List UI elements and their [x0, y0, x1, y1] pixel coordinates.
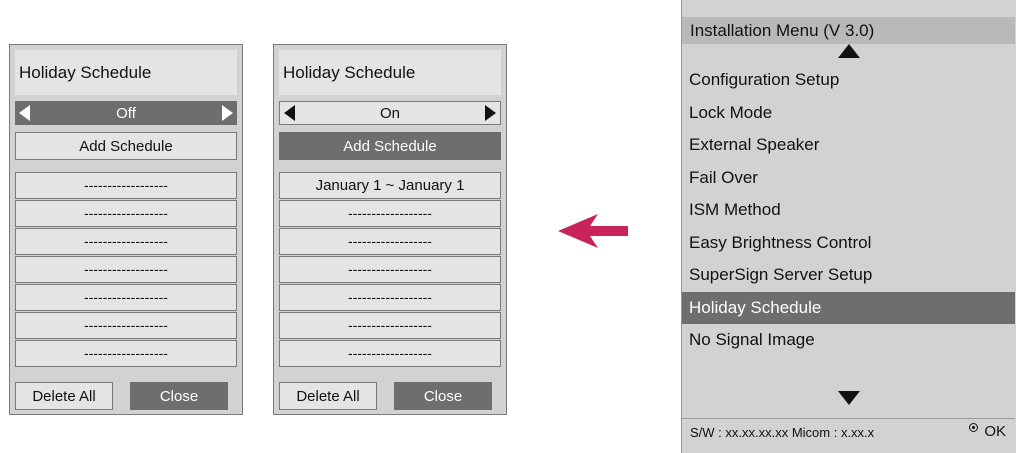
panel-title: Holiday Schedule — [279, 50, 501, 95]
panel-title: Holiday Schedule — [15, 50, 237, 95]
menu-item-holiday-schedule[interactable]: Holiday Schedule — [682, 291, 1015, 324]
menu-item-easy-brightness-control[interactable]: Easy Brightness Control — [682, 227, 1015, 260]
divider — [682, 418, 1015, 419]
menu-item-supersign-server-setup[interactable]: SuperSign Server Setup — [682, 259, 1015, 292]
schedule-slot[interactable]: ------------------ — [15, 340, 237, 367]
left-arrow-icon — [558, 214, 628, 248]
schedule-slot[interactable]: ------------------ — [15, 172, 237, 199]
ok-button-icon — [969, 423, 979, 432]
installation-menu: Installation Menu (V 3.0) Configuration … — [681, 0, 1016, 453]
add-schedule-button[interactable]: Add Schedule — [15, 132, 237, 160]
version-info: S/W : xx.xx.xx.xx Micom : x.xx.x — [690, 425, 875, 440]
schedule-slot[interactable]: ------------------ — [15, 312, 237, 339]
schedule-slot[interactable]: ------------------ — [279, 200, 501, 227]
menu-title: Installation Menu (V 3.0) — [682, 17, 1015, 44]
scroll-down-icon[interactable] — [838, 391, 860, 405]
schedule-slot[interactable]: ------------------ — [279, 312, 501, 339]
schedule-slot[interactable]: ------------------ — [279, 256, 501, 283]
menu-item-fail-over[interactable]: Fail Over — [682, 162, 1015, 195]
ok-hint: OK — [969, 423, 1006, 440]
delete-all-button[interactable]: Delete All — [15, 382, 113, 410]
left-arrow-icon[interactable] — [19, 105, 30, 121]
schedule-slot[interactable]: ------------------ — [279, 228, 501, 255]
schedule-slot[interactable]: ------------------ — [279, 340, 501, 367]
delete-all-button[interactable]: Delete All — [279, 382, 377, 410]
menu-item-external-speaker[interactable]: External Speaker — [682, 129, 1015, 162]
holiday-schedule-panel-off: Holiday Schedule Off Add Schedule ------… — [9, 44, 243, 415]
schedule-slot[interactable]: ------------------ — [15, 228, 237, 255]
menu-item-lock-mode[interactable]: Lock Mode — [682, 97, 1015, 130]
left-arrow-icon[interactable] — [284, 105, 295, 121]
selector-value: On — [379, 104, 400, 122]
schedule-slot[interactable]: January 1 ~ January 1 — [279, 172, 501, 199]
right-arrow-icon[interactable] — [222, 105, 233, 121]
on-off-selector[interactable]: On — [279, 101, 501, 125]
schedule-slot[interactable]: ------------------ — [279, 284, 501, 311]
right-arrow-icon[interactable] — [485, 105, 496, 121]
schedule-list: January 1 ~ January 1 ------------------… — [279, 172, 501, 368]
schedule-slot[interactable]: ------------------ — [15, 284, 237, 311]
close-button[interactable]: Close — [130, 382, 228, 410]
menu-item-ism-method[interactable]: ISM Method — [682, 194, 1015, 227]
holiday-schedule-panel-on: Holiday Schedule On Add Schedule January… — [273, 44, 507, 415]
schedule-slot[interactable]: ------------------ — [15, 256, 237, 283]
close-button[interactable]: Close — [394, 382, 492, 410]
selector-value: Off — [116, 104, 136, 122]
menu-item-configuration-setup[interactable]: Configuration Setup — [682, 64, 1015, 97]
ok-label: OK — [984, 423, 1006, 440]
schedule-slot[interactable]: ------------------ — [15, 200, 237, 227]
scroll-up-icon[interactable] — [838, 44, 860, 58]
add-schedule-button[interactable]: Add Schedule — [279, 132, 501, 160]
menu-item-no-signal-image[interactable]: No Signal Image — [682, 324, 1015, 357]
schedule-list: ------------------ ------------------ --… — [15, 172, 237, 368]
on-off-selector[interactable]: Off — [15, 101, 237, 125]
menu-list: Configuration Setup Lock Mode External S… — [682, 64, 1015, 357]
